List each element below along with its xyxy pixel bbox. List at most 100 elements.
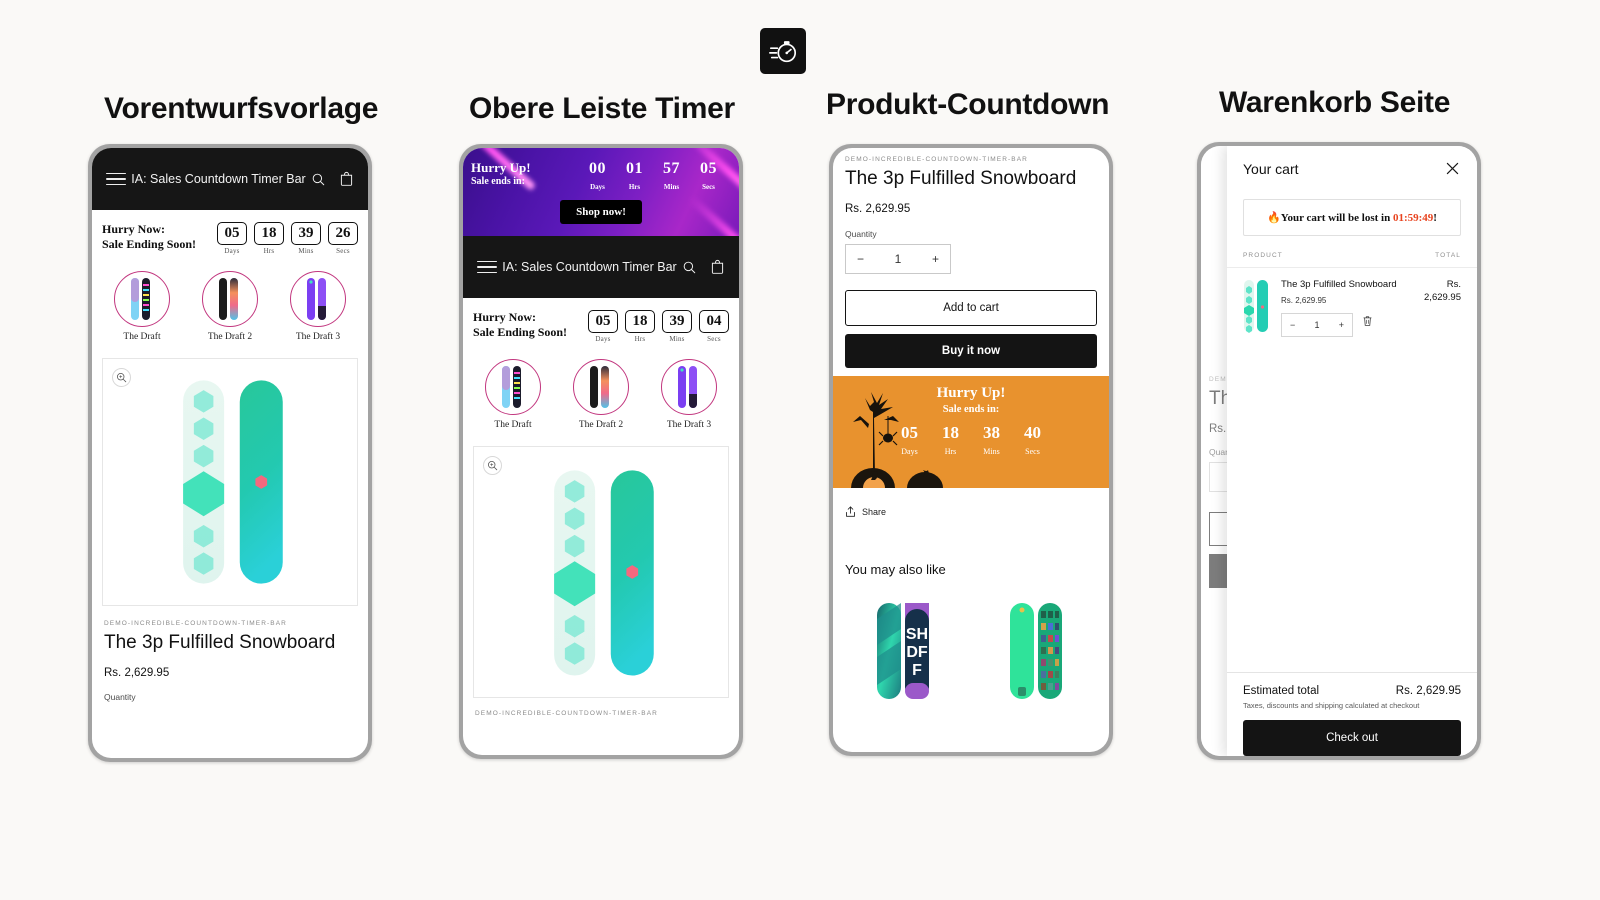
countdown-unit: 39 Mins bbox=[291, 222, 321, 255]
countdown-label: Days bbox=[595, 335, 611, 343]
countdown-message-2: Hurry Now: Sale Ending Soon! bbox=[473, 310, 567, 340]
collection-item[interactable]: The Draft 3 bbox=[645, 359, 732, 430]
countdown-value: 04 bbox=[699, 310, 729, 333]
share-icon bbox=[846, 506, 855, 517]
product-vendor: DEMO-INCREDIBLE-COUNTDOWN-TIMER-BAR bbox=[475, 710, 658, 717]
countdown-value: 18 bbox=[942, 423, 959, 442]
collection-item[interactable]: The Draft bbox=[98, 271, 185, 342]
phone-mockup-default-template: IA: Sales Countdown Timer Bar Hurry Now:… bbox=[88, 144, 372, 762]
screen-1: IA: Sales Countdown Timer Bar Hurry Now:… bbox=[92, 148, 368, 758]
store-header-2: IA: Sales Countdown Timer Bar bbox=[463, 236, 739, 298]
column-title-2: Obere Leiste Timer bbox=[469, 92, 735, 125]
shopping-bag-icon[interactable] bbox=[710, 259, 725, 275]
countdown-label: Secs bbox=[336, 247, 350, 255]
snowboard-pair-icon bbox=[218, 278, 238, 320]
countdown-value: 01 bbox=[626, 160, 643, 177]
cart-quantity-value: 1 bbox=[1314, 320, 1320, 330]
countdown-message-1: Hurry Now: Sale Ending Soon! bbox=[102, 222, 196, 252]
countdown-value: 26 bbox=[328, 222, 358, 245]
snowboard-product-image bbox=[554, 470, 654, 676]
countdown-unit: 05 Days bbox=[901, 423, 918, 456]
recommendations-title: You may also like bbox=[845, 562, 946, 577]
column-title-4: Warenkorb Seite bbox=[1219, 86, 1451, 119]
cart-quantity-decrease[interactable]: − bbox=[1290, 320, 1295, 330]
collection-label: The Draft 3 bbox=[666, 420, 712, 430]
countdown-label: Mins bbox=[663, 183, 680, 191]
countdown-label: Days bbox=[224, 247, 240, 255]
quantity-decrease-button[interactable]: − bbox=[857, 252, 864, 266]
countdown-label: Hrs bbox=[263, 247, 275, 255]
search-icon[interactable] bbox=[682, 260, 697, 275]
screen-4: DEMO-INCREDIBLE-COUNTDOWN-TIMER-BAR The … bbox=[1201, 146, 1477, 756]
zoom-in-icon[interactable] bbox=[112, 368, 131, 387]
cart-item-total: Rs. 2,629.95 bbox=[1424, 279, 1461, 303]
product-media-1[interactable] bbox=[102, 358, 358, 606]
countdown-msg-line1: Hurry Now: bbox=[473, 310, 536, 324]
app-icon bbox=[760, 28, 806, 74]
snowboard-product-image bbox=[183, 380, 283, 584]
trash-icon[interactable] bbox=[1362, 315, 1373, 327]
shop-now-button[interactable]: Shop now! bbox=[560, 200, 642, 224]
phone-mockup-product-countdown: DEMO-INCREDIBLE-COUNTDOWN-TIMER-BAR The … bbox=[829, 144, 1113, 756]
countdown-msg-line2: Sale Ending Soon! bbox=[102, 237, 197, 251]
svg-text:DF: DF bbox=[906, 644, 928, 661]
collection-item[interactable]: The Draft bbox=[469, 359, 556, 430]
cart-quantity-increase[interactable]: + bbox=[1339, 320, 1344, 330]
tax-note: Taxes, discounts and shipping calculated… bbox=[1243, 701, 1420, 710]
countdown-label: Days bbox=[901, 447, 918, 456]
countdown-unit: 26 Secs bbox=[328, 222, 358, 255]
countdown-value: 00 bbox=[589, 160, 606, 177]
countdown-label: Hrs bbox=[944, 447, 957, 456]
store-header-1: IA: Sales Countdown Timer Bar bbox=[92, 148, 368, 210]
collection-item[interactable]: The Draft 3 bbox=[274, 271, 361, 342]
buy-it-now-button[interactable]: Buy it now bbox=[845, 334, 1097, 368]
collection-item[interactable]: The Draft 2 bbox=[186, 271, 273, 342]
cart-quantity-stepper[interactable]: − 1 + bbox=[1281, 313, 1353, 337]
collection-thumb bbox=[660, 359, 717, 415]
countdown-label: Days bbox=[590, 183, 605, 191]
store-title: IA: Sales Countdown Timer Bar bbox=[502, 260, 677, 274]
product-vendor: DEMO-INCREDIBLE-COUNTDOWN-TIMER-BAR bbox=[845, 156, 1028, 163]
alert-countdown: 01:59:49 bbox=[1392, 212, 1434, 224]
snowboard-pair-icon bbox=[130, 278, 150, 320]
zoom-in-icon[interactable] bbox=[483, 456, 502, 475]
countdown-strip-1: Hurry Now: Sale Ending Soon! 05 Days 18 … bbox=[92, 210, 368, 263]
product-info-1: DEMO-INCREDIBLE-COUNTDOWN-TIMER-BAR The … bbox=[92, 616, 368, 702]
add-to-cart-button[interactable]: Add to cart bbox=[845, 290, 1097, 326]
product-price: Rs. 2,629.95 bbox=[104, 667, 170, 679]
decorative-streak bbox=[687, 194, 739, 236]
search-icon[interactable] bbox=[311, 172, 326, 187]
checkout-button[interactable]: Check out bbox=[1243, 720, 1461, 756]
stopwatch-icon bbox=[769, 41, 797, 63]
hamburger-icon[interactable] bbox=[106, 172, 126, 186]
collection-label: The Draft bbox=[494, 420, 532, 430]
share-label: Share bbox=[862, 507, 887, 517]
countdown-unit: 38 Mins bbox=[983, 423, 1000, 456]
recommended-product[interactable]: SH DF F bbox=[845, 599, 964, 704]
collection-thumb bbox=[113, 271, 170, 327]
product-media-2[interactable] bbox=[473, 446, 729, 698]
share-row[interactable]: Share bbox=[833, 488, 1109, 518]
recommended-product[interactable] bbox=[978, 599, 1097, 704]
hamburger-icon[interactable] bbox=[477, 260, 497, 274]
close-icon[interactable] bbox=[1444, 160, 1461, 177]
top-bar-countdown: Hurry Up! Sale ends in: 00 Days 01 Hrs 5… bbox=[463, 148, 739, 236]
countdown-label: Secs bbox=[702, 183, 715, 191]
cart-item-thumbnail bbox=[1243, 278, 1269, 334]
countdown-label: Mins bbox=[298, 247, 314, 255]
collection-thumb bbox=[484, 359, 541, 415]
recommendations: You may also like SH DF F bbox=[833, 518, 1109, 704]
shopping-bag-icon[interactable] bbox=[339, 171, 354, 187]
screen-3: DEMO-INCREDIBLE-COUNTDOWN-TIMER-BAR The … bbox=[833, 148, 1109, 752]
collection-item[interactable]: The Draft 2 bbox=[557, 359, 644, 430]
quantity-stepper[interactable]: − 1 + bbox=[845, 244, 951, 274]
alert-prefix: 🔥Your cart will be lost in bbox=[1267, 212, 1393, 224]
countdown-unit: 40 Secs bbox=[1024, 423, 1041, 456]
countdown-label: Secs bbox=[1025, 447, 1040, 456]
collection-circles-1: The Draft The Draft 2 The Draft 3 bbox=[92, 263, 368, 348]
countdown-unit: 39 Mins bbox=[662, 310, 692, 343]
cart-item-name[interactable]: The 3p Fulfilled Snowboard bbox=[1281, 278, 1401, 291]
countdown-strip-2: Hurry Now: Sale Ending Soon! 05 Days 18 … bbox=[463, 298, 739, 351]
quantity-increase-button[interactable]: + bbox=[932, 252, 939, 266]
snowboard-pair-icon bbox=[589, 366, 609, 408]
